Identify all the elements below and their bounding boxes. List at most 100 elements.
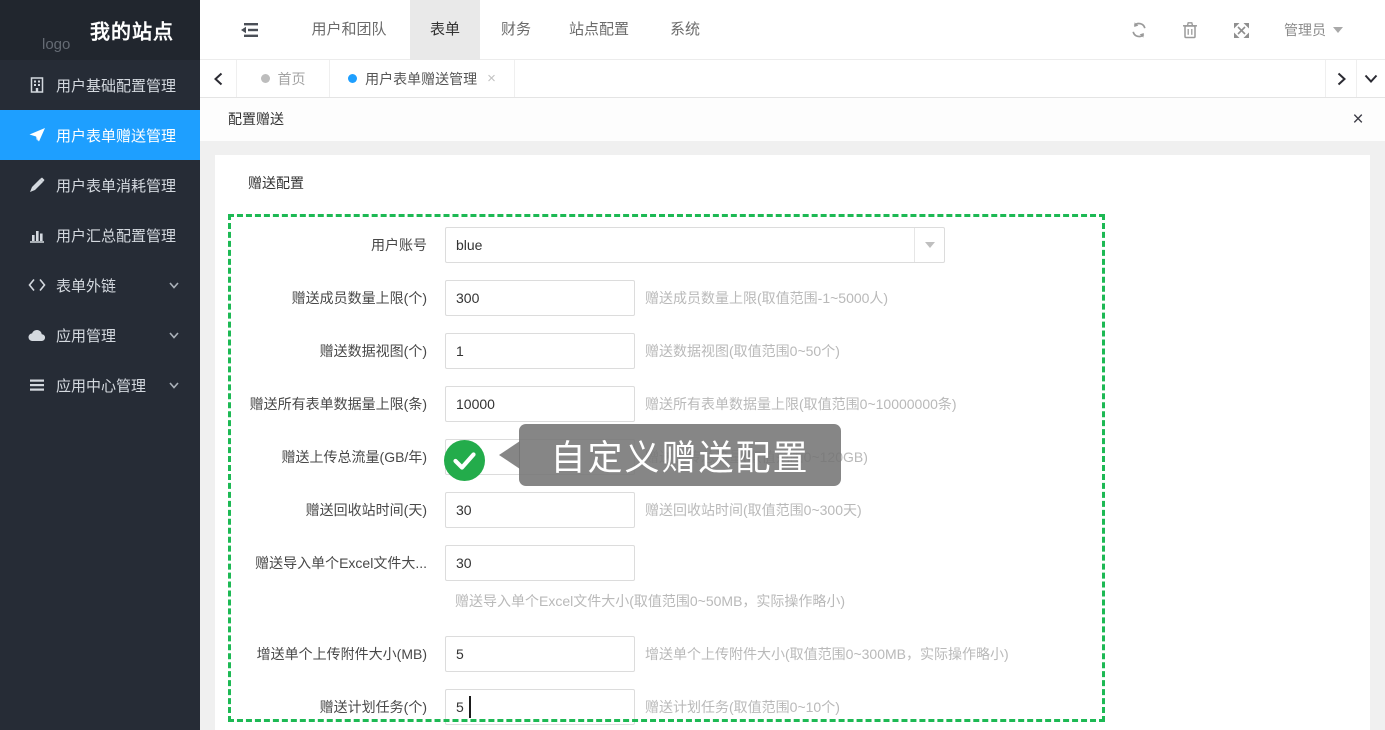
user-account-select[interactable]: blue [445, 227, 945, 263]
data-view-input[interactable] [445, 333, 635, 369]
sidebar-item-form-external-link[interactable]: 表单外链 [0, 260, 200, 310]
close-icon[interactable]: × [1343, 98, 1373, 141]
menu-fold-icon [241, 22, 261, 38]
field-label: 赠送导入单个Excel文件大... [233, 545, 427, 581]
field-hint: 增送单个上传附件大小(取值范围0~300MB，实际操作略小) [645, 636, 1009, 672]
field-label: 赠送计划任务(个) [233, 689, 427, 725]
nav-tab-site-config[interactable]: 站点配置 [565, 0, 633, 60]
cloud-icon [28, 326, 46, 344]
tabs-scroll-left-button[interactable] [200, 60, 237, 97]
main-content: 配置赠送 × 赠送配置 用户账号 blue 赠送成员数量上限(个) 赠送成员数量… [200, 98, 1385, 730]
sidebar-item-label: 表单外链 [56, 275, 116, 296]
chevron-right-icon [1336, 72, 1347, 86]
nav-tab-forms[interactable]: 表单 [410, 0, 480, 60]
nav-tab-users-teams[interactable]: 用户和团队 [305, 0, 393, 60]
tab-label: 首页 [278, 69, 306, 89]
chevron-down-icon [1333, 27, 1343, 33]
chevron-down-icon [1364, 73, 1378, 84]
field-hint: 赠送计划任务(取值范围0~10个) [645, 689, 840, 725]
panel-title: 配置赠送 [228, 98, 284, 141]
chevron-left-icon [213, 72, 224, 86]
field-hint: 赠送所有表单数据量上限(取值范围0~10000000条) [645, 386, 957, 422]
check-badge [444, 440, 485, 481]
excel-size-input[interactable] [445, 545, 635, 581]
form-row: 赠送数据视图(个) 赠送数据视图(取值范围0~50个) [215, 333, 1315, 369]
text-cursor [469, 696, 471, 718]
logo: logo 我的站点 [0, 0, 200, 60]
code-icon [28, 276, 46, 294]
card-title: 赠送配置 [248, 173, 304, 193]
form-row: 赠送成员数量上限(个) 赠送成员数量上限(取值范围-1~5000人) [215, 280, 1315, 316]
tab-user-form-gift[interactable]: 用户表单赠送管理 × [330, 60, 515, 97]
annotation-tooltip: 自定义赠送配置 [519, 424, 841, 486]
field-label: 赠送上传总流量(GB/年) [233, 439, 427, 475]
trash-icon [1182, 21, 1198, 39]
tooltip-arrow-icon [499, 441, 520, 469]
chevron-down-icon [168, 329, 180, 341]
tabs-scroll-right-button[interactable] [1325, 60, 1356, 97]
sidebar-item-label: 用户表单消耗管理 [56, 175, 176, 196]
refresh-button[interactable] [1121, 0, 1157, 60]
tabs-menu-button[interactable] [1356, 60, 1385, 97]
app: logo 我的站点 用户和团队 表单 财务 站点配置 系统 [0, 0, 1385, 730]
chevron-down-icon [168, 379, 180, 391]
scheduled-tasks-input[interactable] [445, 689, 635, 725]
refresh-icon [1130, 21, 1148, 39]
tab-home[interactable]: 首页 [237, 60, 330, 97]
form-row: 赠送回收站时间(天) 赠送回收站时间(取值范围0~300天) [215, 492, 1315, 528]
page-tabbar: 首页 用户表单赠送管理 × [200, 60, 1385, 98]
header: logo 我的站点 用户和团队 表单 财务 站点配置 系统 [0, 0, 1385, 60]
sidebar-item-user-form-consume[interactable]: 用户表单消耗管理 [0, 160, 200, 210]
field-label: 赠送所有表单数据量上限(条) [233, 386, 427, 422]
clear-cache-button[interactable] [1172, 0, 1208, 60]
field-label: 赠送数据视图(个) [233, 333, 427, 369]
sidebar-item-label: 应用管理 [56, 325, 116, 346]
form-row: 增送单个上传附件大小(MB) 增送单个上传附件大小(取值范围0~300MB，实际… [215, 636, 1315, 672]
field-label: 增送单个上传附件大小(MB) [233, 636, 427, 672]
fullscreen-icon [1233, 22, 1250, 39]
recycle-days-input[interactable] [445, 492, 635, 528]
logo-text: logo [42, 36, 70, 53]
bar-chart-icon [28, 226, 46, 244]
sidebar-item-user-basic-config[interactable]: 用户基础配置管理 [0, 60, 200, 110]
form-row: 赠送计划任务(个) 赠送计划任务(取值范围0~10个) [215, 689, 1315, 725]
sidebar-item-label: 用户表单赠送管理 [56, 125, 176, 146]
send-icon [28, 126, 46, 144]
sidebar-item-user-form-gift[interactable]: 用户表单赠送管理 [0, 110, 200, 160]
tooltip-text: 自定义赠送配置 [550, 430, 809, 481]
form-row: 用户账号 blue [215, 227, 1315, 263]
pen-icon [28, 176, 46, 194]
tab-dot-icon [261, 74, 270, 83]
field-hint: 赠送成员数量上限(取值范围-1~5000人) [645, 280, 888, 316]
form-row: 赠送导入单个Excel文件大... [215, 545, 1315, 581]
form-data-limit-input[interactable] [445, 386, 635, 422]
sidebar-item-label: 用户基础配置管理 [56, 75, 176, 96]
field-hint: 赠送数据视图(取值范围0~50个) [645, 333, 840, 369]
select-value: blue [456, 228, 482, 262]
config-gift-panel-header: 配置赠送 × [200, 98, 1385, 141]
tab-close-icon[interactable]: × [487, 70, 496, 87]
member-limit-input[interactable] [445, 280, 635, 316]
tab-dot-icon [348, 74, 357, 83]
check-icon [453, 452, 476, 470]
sidebar-collapse-button[interactable] [230, 0, 272, 60]
sidebar-item-app-management[interactable]: 应用管理 [0, 310, 200, 360]
admin-dropdown[interactable]: 管理员 [1284, 0, 1343, 60]
sidebar-item-label: 用户汇总配置管理 [56, 225, 176, 246]
admin-label: 管理员 [1284, 20, 1326, 40]
nav-tab-finance[interactable]: 财务 [498, 0, 534, 60]
building-icon [28, 76, 46, 94]
tab-label: 用户表单赠送管理 [365, 69, 477, 89]
select-arrow-box[interactable] [914, 228, 944, 262]
nav-tab-system[interactable]: 系统 [667, 0, 703, 60]
sidebar-item-user-summary-config[interactable]: 用户汇总配置管理 [0, 210, 200, 260]
chevron-down-icon [925, 242, 935, 248]
field-label: 用户账号 [233, 227, 427, 263]
form-row: 赠送所有表单数据量上限(条) 赠送所有表单数据量上限(取值范围0~1000000… [215, 386, 1315, 422]
attachment-size-input[interactable] [445, 636, 635, 672]
chevron-down-icon [168, 279, 180, 291]
site-title: 我的站点 [90, 16, 174, 45]
sidebar-item-label: 应用中心管理 [56, 375, 146, 396]
fullscreen-button[interactable] [1223, 0, 1259, 60]
sidebar-item-app-center-management[interactable]: 应用中心管理 [0, 360, 200, 410]
